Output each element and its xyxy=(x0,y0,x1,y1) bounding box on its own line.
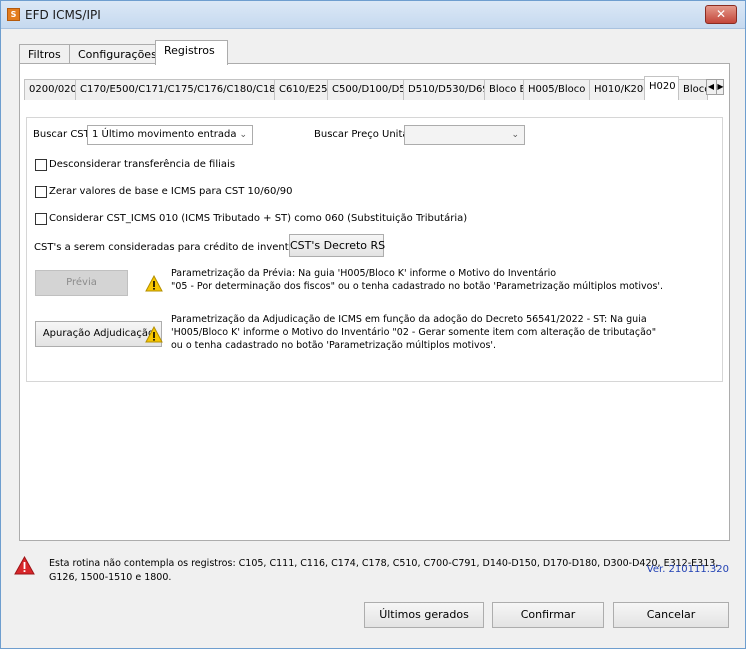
version-label: Ver. 210111.320 xyxy=(646,564,729,575)
subtab-bloco[interactable]: Bloco xyxy=(678,79,710,100)
previa-message-line1: Parametrização da Prévia: Na guia 'H005/… xyxy=(171,268,557,279)
tab-registros[interactable]: Registros xyxy=(155,40,228,65)
buscar-cst-value: 1 Último movimento entrada xyxy=(92,129,237,140)
cancelar-button[interactable]: Cancelar xyxy=(613,602,729,628)
zerar-valores-checkbox[interactable] xyxy=(35,186,47,198)
error-icon xyxy=(14,556,35,575)
sub-tab-bar: 0200/0206 C170/E500/C171/C175/C176/C180/… xyxy=(24,76,725,100)
tab-scroll-arrows: ◀ ▶ xyxy=(706,79,724,95)
chevron-down-icon: ⌄ xyxy=(239,130,247,140)
tab-filtros[interactable]: Filtros xyxy=(19,44,70,64)
subtab-c610-e250[interactable]: C610/E250 xyxy=(274,79,334,100)
registros-panel: 0200/0206 C170/E500/C171/C175/C176/C180/… xyxy=(19,63,730,541)
adjudicacao-message-line1: Parametrização da Adjudicação de ICMS em… xyxy=(171,314,647,325)
subtab-c170[interactable]: C170/E500/C171/C175/C176/C180/C185/C197 xyxy=(75,79,311,100)
warning-icon xyxy=(145,326,163,343)
tab-scroll-right-icon[interactable]: ▶ xyxy=(716,80,724,94)
adjudicacao-message-line2: 'H005/Bloco K' informe o Motivo do Inven… xyxy=(171,327,657,338)
subtab-c500-d100-d500[interactable]: C500/D100/D500 xyxy=(327,79,418,100)
adjudicacao-message-line3: ou o tenha cadastrado no botão 'Parametr… xyxy=(171,340,497,351)
window-title: EFD ICMS/IPI xyxy=(25,8,101,22)
subtab-bloco-e[interactable]: Bloco E xyxy=(484,79,526,100)
footer-note: Esta rotina não contempla os registros: … xyxy=(49,557,718,585)
desconsiderar-transferencia-label: Desconsiderar transferência de filiais xyxy=(49,159,236,170)
tab-configuracoes[interactable]: Configurações xyxy=(69,44,157,64)
desconsiderar-transferencia-checkbox[interactable] xyxy=(35,159,47,171)
buscar-cst-label: Buscar CST xyxy=(33,129,90,140)
chevron-down-icon: ⌄ xyxy=(511,130,519,140)
considerar-cst-label: Considerar CST_ICMS 010 (ICMS Tributado … xyxy=(49,213,468,224)
cst-decreto-rs-button[interactable]: CST's Decreto RS xyxy=(289,234,385,257)
close-button[interactable]: ✕ xyxy=(705,5,737,24)
tab-scroll-left-icon[interactable]: ◀ xyxy=(707,80,715,94)
footer-note-line1: Esta rotina não contempla os registros: … xyxy=(49,558,719,569)
previa-button: Prévia xyxy=(35,270,128,296)
buscar-preco-select[interactable]: ⌄ xyxy=(404,125,525,145)
cst-credito-label: CST's a serem consideradas para crédito … xyxy=(34,242,308,253)
buscar-cst-select[interactable]: 1 Último movimento entrada ⌄ xyxy=(87,125,253,145)
warning-icon xyxy=(145,275,163,292)
subtab-h005-bloco-k[interactable]: H005/Bloco K xyxy=(523,79,595,100)
previa-message-line2: "05 - Por determinação dos fiscos" ou o … xyxy=(171,281,664,292)
app-icon: S xyxy=(7,8,20,21)
subtab-h010-k200[interactable]: H010/K200 xyxy=(589,79,650,100)
considerar-cst-checkbox[interactable] xyxy=(35,213,47,225)
main-window: S EFD ICMS/IPI ✕ Filtros Configurações R… xyxy=(0,0,746,649)
apuracao-adjudicacao-button[interactable]: Apuração Adjudicação xyxy=(35,321,162,347)
subtab-h020[interactable]: H020 xyxy=(644,76,679,100)
subtab-d510-d530-d695[interactable]: D510/D530/D695 xyxy=(403,79,495,100)
h020-content-panel: Buscar CST 1 Último movimento entrada ⌄ … xyxy=(26,117,723,382)
confirmar-button[interactable]: Confirmar xyxy=(492,602,604,628)
ultimos-gerados-button[interactable]: Últimos gerados xyxy=(364,602,484,628)
footer-note-line2: G126, 1500-1510 e 1800. xyxy=(49,572,172,583)
subtab-0200-0206[interactable]: 0200/0206 xyxy=(24,79,83,100)
zerar-valores-label: Zerar valores de base e ICMS para CST 10… xyxy=(49,186,293,197)
title-bar: S EFD ICMS/IPI ✕ xyxy=(1,1,745,29)
